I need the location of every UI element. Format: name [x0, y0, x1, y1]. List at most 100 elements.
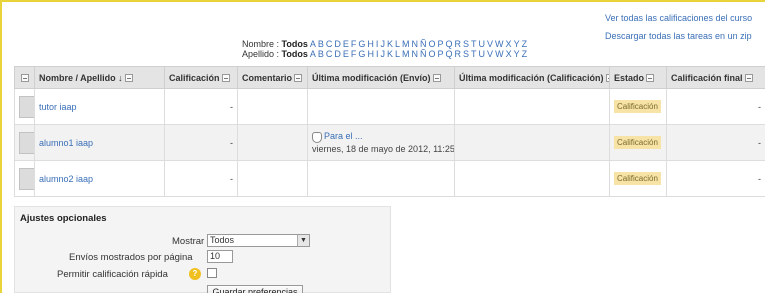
filter-letter[interactable]: Q — [446, 39, 453, 49]
first-name-all[interactable]: Todos — [282, 39, 308, 49]
grade-cell: - — [164, 88, 238, 125]
avatar[interactable] — [19, 167, 34, 190]
status-cell: Calificación — [609, 88, 667, 125]
status-badge[interactable]: Calificación — [614, 100, 661, 113]
filter-letter[interactable]: J — [380, 49, 385, 59]
header-final-grade[interactable]: Calificación final — [666, 66, 765, 89]
filter-letter[interactable]: E — [343, 39, 349, 49]
filter-letter[interactable]: N — [411, 49, 418, 59]
filter-letter[interactable]: H — [367, 39, 374, 49]
filter-letter[interactable]: F — [351, 39, 357, 49]
filter-letter[interactable]: J — [380, 39, 385, 49]
filter-letter[interactable]: V — [487, 49, 493, 59]
filter-letter[interactable]: I — [376, 49, 379, 59]
filter-letter[interactable]: W — [495, 39, 504, 49]
filter-letter[interactable]: H — [367, 49, 374, 59]
filter-letter[interactable]: C — [326, 39, 333, 49]
filter-letter[interactable]: V — [487, 39, 493, 49]
chevron-down-icon[interactable]: ▼ — [297, 235, 309, 246]
filter-letter[interactable]: C — [326, 49, 333, 59]
save-preferences-button[interactable]: Guardar preferencias — [207, 285, 303, 293]
filter-letter[interactable]: B — [318, 39, 324, 49]
header-grade[interactable]: Calificación — [164, 66, 238, 89]
filter-letter[interactable]: P — [438, 49, 444, 59]
filter-letter[interactable]: X — [506, 39, 512, 49]
student-name-link[interactable]: tutor iaap — [39, 102, 77, 112]
filter-letter[interactable]: F — [351, 49, 357, 59]
filter-letter[interactable]: Y — [514, 39, 520, 49]
first-name-filter-label: Nombre : — [242, 39, 282, 49]
student-name-link[interactable]: alumno2 iaap — [39, 174, 93, 184]
grade-cell: - — [164, 124, 238, 161]
collapse-column-icon[interactable] — [21, 74, 29, 83]
filter-letter[interactable]: W — [495, 49, 504, 59]
filter-letter[interactable]: X — [506, 49, 512, 59]
quick-grading-checkbox[interactable] — [207, 268, 217, 278]
submission-cell — [307, 160, 455, 197]
header-name[interactable]: Nombre / Apellido ↓ — [34, 66, 165, 89]
avatar[interactable] — [19, 95, 34, 118]
filter-letter[interactable]: E — [343, 49, 349, 59]
header-last-grading[interactable]: Última modificación (Calificación) — [454, 66, 610, 89]
filter-letter[interactable]: U — [479, 49, 486, 59]
filter-letter[interactable]: M — [402, 49, 410, 59]
filter-letter[interactable]: B — [318, 49, 324, 59]
filter-letter[interactable]: Z — [522, 39, 528, 49]
quick-grading-label: Permitir calificación rápida — [57, 269, 168, 280]
filter-letter[interactable]: O — [428, 49, 435, 59]
status-badge[interactable]: Calificación — [614, 172, 661, 185]
filter-letter[interactable]: D — [334, 39, 341, 49]
filter-letter[interactable]: T — [471, 49, 477, 59]
filter-letter[interactable]: N — [411, 39, 418, 49]
last-name-all[interactable]: Todos — [282, 49, 308, 59]
filter-letter[interactable]: A — [310, 49, 316, 59]
collapse-column-icon[interactable] — [294, 74, 303, 83]
comment-cell — [237, 160, 308, 197]
collapse-column-icon[interactable] — [744, 74, 753, 83]
header-status[interactable]: Estado — [609, 66, 667, 89]
filter-letter[interactable]: M — [402, 39, 410, 49]
filter-letter[interactable]: K — [387, 39, 393, 49]
filter-letter[interactable]: S — [463, 39, 469, 49]
per-page-input[interactable]: 10 — [207, 250, 233, 263]
filter-letter[interactable]: P — [437, 39, 443, 49]
avatar[interactable] — [19, 131, 34, 154]
header-comment[interactable]: Comentario — [237, 66, 308, 89]
show-select[interactable]: Todos ▼ — [207, 234, 310, 247]
collapse-column-icon[interactable] — [646, 74, 655, 83]
filter-letter[interactable]: S — [463, 49, 469, 59]
filter-letter[interactable]: Ñ — [420, 39, 427, 49]
help-icon[interactable]: ? — [189, 268, 201, 280]
filter-letter[interactable]: R — [455, 39, 462, 49]
filter-letter[interactable]: K — [387, 49, 393, 59]
filter-letter[interactable]: G — [358, 39, 365, 49]
filter-letter[interactable]: Z — [522, 49, 528, 59]
filter-letter[interactable]: U — [479, 39, 486, 49]
filter-letter[interactable]: T — [471, 39, 477, 49]
collapse-column-icon[interactable] — [221, 74, 230, 83]
view-all-grades-link[interactable]: Ver todas las calificaciones del curso — [605, 9, 765, 27]
filter-letter[interactable]: A — [310, 39, 316, 49]
download-all-link[interactable]: Descargar todas las tareas en un zip — [605, 27, 765, 45]
filter-letter[interactable]: Ñ — [420, 49, 427, 59]
collapse-column-icon[interactable] — [432, 74, 441, 83]
filter-letter[interactable]: Y — [514, 49, 520, 59]
filter-letter[interactable]: L — [395, 49, 400, 59]
name-cell: tutor iaap — [34, 88, 165, 125]
collapse-column-icon[interactable] — [124, 74, 133, 83]
grading-date-cell — [454, 88, 610, 125]
header-last-submission[interactable]: Última modificación (Envío) — [307, 66, 455, 89]
student-name-link[interactable]: alumno1 iaap — [39, 138, 93, 148]
filter-letter[interactable]: Q — [446, 49, 453, 59]
status-badge[interactable]: Calificación — [614, 136, 661, 149]
optional-settings-panel: Ajustes opcionales Mostrar Todos ▼ Envío… — [14, 206, 391, 293]
filter-letter[interactable]: R — [455, 49, 462, 59]
filter-letter[interactable]: L — [395, 39, 400, 49]
collapse-column-icon[interactable] — [605, 74, 609, 83]
table-row: alumno1 iaap - Para el ... viernes, 18 d… — [14, 124, 765, 161]
filter-letter[interactable]: O — [428, 39, 435, 49]
filter-letter[interactable]: G — [358, 49, 365, 59]
filter-letter[interactable]: I — [376, 39, 379, 49]
filter-letter[interactable]: D — [334, 49, 341, 59]
submission-link[interactable]: Para el ... — [324, 131, 363, 141]
